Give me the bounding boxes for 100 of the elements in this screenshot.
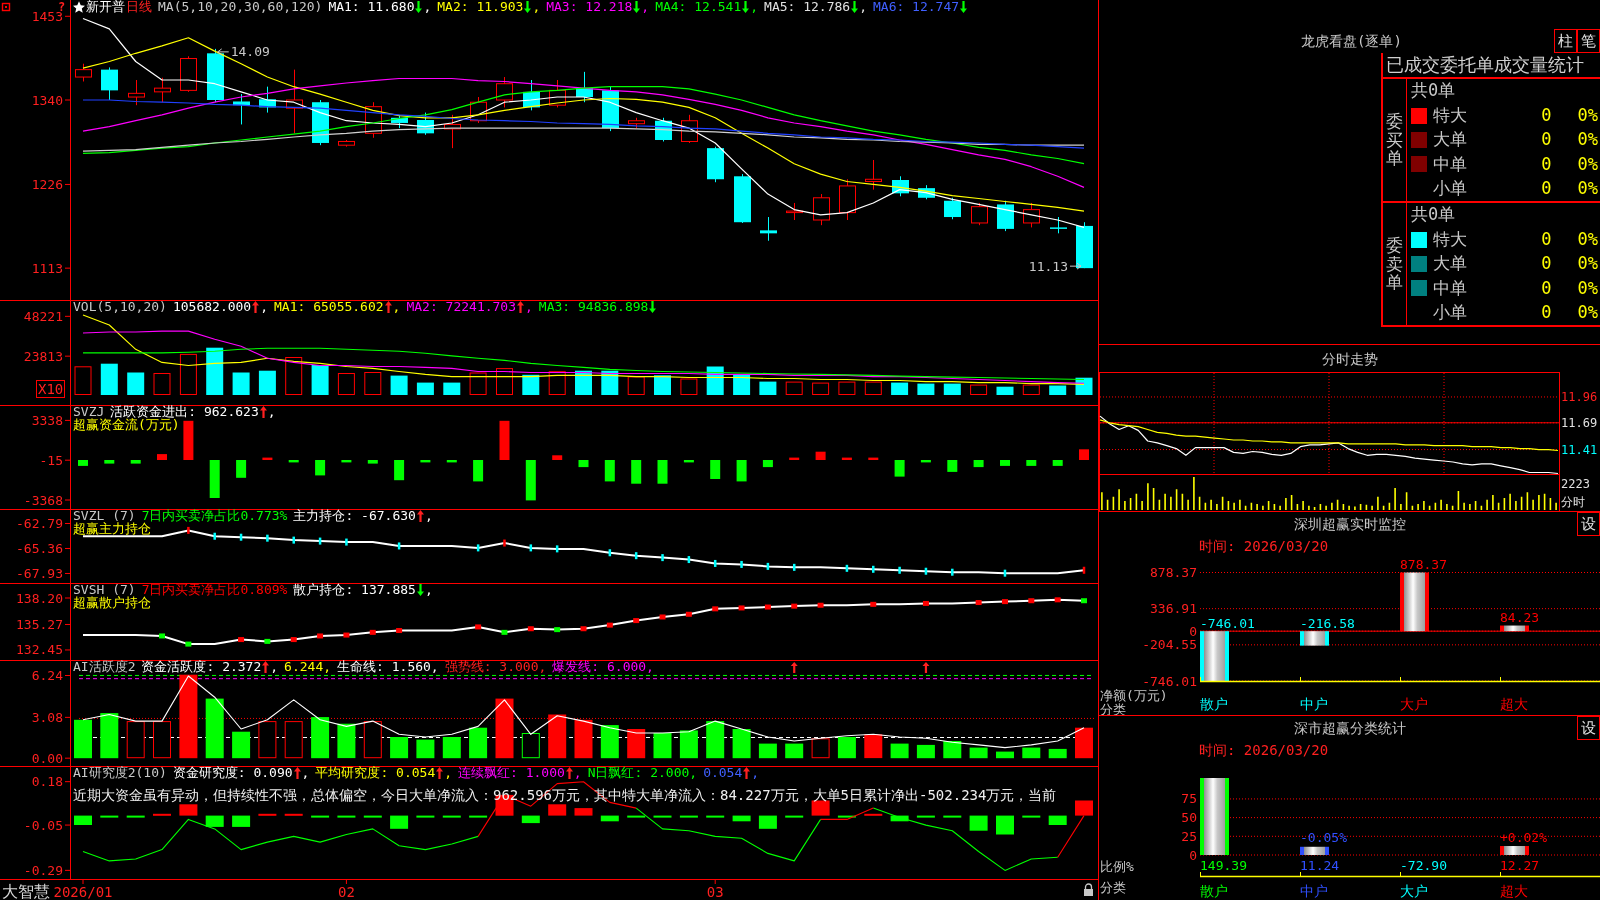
research-bar (943, 815, 962, 818)
candlestick (1023, 202, 1040, 228)
order-share: 0% (1577, 252, 1598, 276)
axis-tick-label: 135.27 (16, 617, 63, 632)
volume-bar (627, 376, 645, 395)
value-label: 878.37 (1400, 557, 1447, 572)
flow-bar (657, 460, 668, 484)
order-count: 0 (1541, 252, 1552, 276)
axis-tick-label: 0 (1189, 623, 1197, 639)
order-share: 0% (1577, 227, 1598, 251)
settings-button[interactable]: 设 (1577, 512, 1600, 536)
order-size-label: 中单 (1433, 152, 1467, 176)
activity-bar (864, 734, 883, 759)
flow-bar (341, 460, 352, 463)
volume-bar (1049, 385, 1067, 395)
category-label: 大户 (1400, 696, 1428, 712)
axis-title: 净额(万元) (1100, 687, 1168, 703)
indicator-reading: 散户持仓: 137.885 (293, 583, 416, 596)
activity-bar (126, 721, 145, 759)
indicator-name: AI研究度2(10) (73, 766, 167, 779)
research-bar (232, 815, 251, 827)
change-point-marker (1082, 566, 1086, 574)
activity-bar (469, 727, 488, 759)
category-label: 散户 (1200, 883, 1228, 899)
activity-bar (232, 731, 251, 759)
date-axis-label: 03 (706, 884, 724, 900)
volume-bar (100, 363, 118, 395)
category-label: 超大 (1500, 696, 1528, 712)
axis-title: 分类 (1100, 701, 1126, 715)
separator-text: , (525, 300, 533, 313)
activity-bar (205, 698, 224, 759)
change-point-marker (503, 539, 506, 547)
research-bar (311, 815, 330, 818)
change-point-marker (213, 532, 216, 540)
stock-name: 新开普 (86, 0, 125, 13)
order-size-label: 大单 (1433, 252, 1467, 276)
axis-tick-label: -65.36 (16, 541, 63, 556)
candlestick (101, 66, 118, 101)
research-bar (416, 815, 435, 818)
settings-button[interactable]: 设 (1577, 716, 1600, 740)
separator-text: , (641, 0, 650, 13)
research-bar (969, 815, 988, 831)
flow-bar (157, 454, 167, 460)
research-bar (390, 815, 409, 829)
research-bar (363, 815, 382, 818)
panel-title: 深市超赢分类统计 (1294, 720, 1406, 736)
change-point-marker (793, 563, 796, 571)
indicator-reading: 资金研究度: 0.090 (172, 766, 293, 779)
candlestick (1076, 221, 1093, 269)
flow-bar (473, 460, 484, 482)
axis-tick-label: 138.20 (16, 590, 63, 606)
axis-tick-label: 23813 (23, 348, 63, 364)
change-point-marker (264, 638, 271, 644)
indicator-name: AI活跃度2 (73, 660, 136, 673)
order-count: 0 (1541, 152, 1552, 176)
view-toggle-button[interactable]: 柱 (1554, 29, 1577, 53)
view-toggle-button[interactable]: 笔 (1577, 29, 1600, 53)
change-point-marker (292, 536, 295, 544)
research-bar (996, 815, 1014, 835)
research-bar (258, 813, 277, 816)
flow-bar (499, 420, 510, 460)
research-bar (758, 815, 777, 829)
flow-bar (1052, 460, 1063, 466)
axis-tick-label: 48221 (23, 308, 63, 324)
volume-bar (179, 353, 197, 395)
activity-bar (943, 741, 962, 759)
candlestick (259, 86, 276, 114)
flow-bar (683, 460, 694, 463)
indicator-reading: MA2: 72241.703 (406, 300, 516, 313)
period-label: 日线 (126, 0, 152, 13)
order-share: 0% (1577, 128, 1598, 152)
change-point-marker (1028, 598, 1035, 604)
candlestick (365, 101, 382, 139)
value-label: -72.90 (1400, 857, 1447, 873)
activity-bar (416, 739, 435, 759)
candlestick (233, 93, 250, 125)
date-axis-label: 02 (338, 884, 355, 900)
axis-tick-label: 6.24 (31, 668, 63, 683)
volume-bar (153, 373, 171, 395)
activity-bar (627, 729, 646, 759)
axis-tick-label: 50 (1181, 810, 1197, 826)
research-bar (837, 815, 856, 818)
bar (1400, 572, 1429, 632)
flow-bar (1026, 460, 1037, 466)
volume-bar (285, 357, 303, 395)
volume-bar (443, 382, 461, 395)
change-point-marker (239, 533, 243, 541)
indicator-name: SVZL (7) (73, 509, 136, 522)
flow-bar (920, 460, 931, 463)
lock-icon (1084, 883, 1093, 896)
panel-title: 深圳超赢实时监控 (1294, 516, 1406, 532)
value-label: 149.39 (1200, 857, 1247, 873)
indicator-reading: MA4: 12.541 (655, 0, 742, 13)
separator-text: , (424, 583, 433, 596)
change-point-marker (766, 562, 770, 570)
order-count: 0 (1541, 128, 1552, 152)
activity-bar (600, 725, 619, 759)
activity-bar (653, 733, 672, 759)
research-bar (126, 815, 145, 818)
activity-bar (890, 743, 909, 759)
